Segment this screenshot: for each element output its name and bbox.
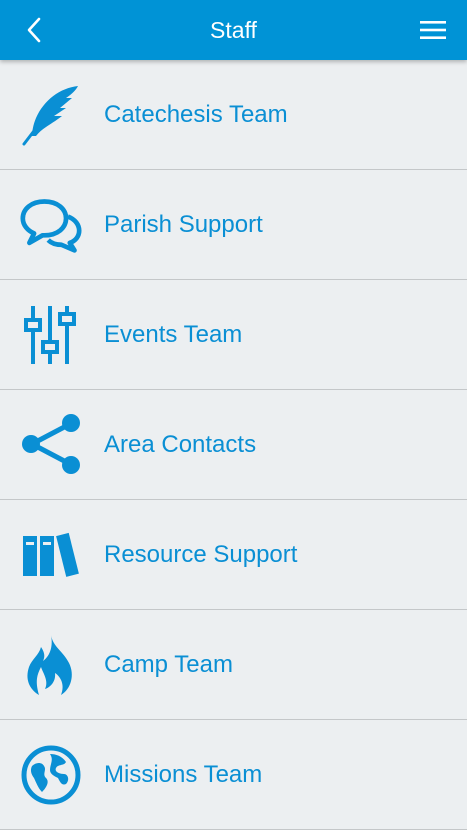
app-bar: Staff	[0, 0, 467, 60]
share-icon	[20, 413, 82, 476]
hamburger-menu-icon	[420, 21, 446, 39]
list-item-parish-support[interactable]: Parish Support	[0, 170, 467, 280]
list-item-area-contacts[interactable]: Area Contacts	[0, 390, 467, 500]
menu-button[interactable]	[417, 15, 449, 45]
books-icon	[20, 524, 82, 586]
globe-icon	[20, 744, 82, 806]
list-item-missions-team[interactable]: Missions Team	[0, 720, 467, 830]
list-item-label: Catechesis Team	[104, 100, 288, 128]
list-item-resource-support[interactable]: Resource Support	[0, 500, 467, 610]
list-item-label: Parish Support	[104, 210, 263, 238]
staff-list: Catechesis Team Parish Support Events Te…	[0, 60, 467, 830]
list-item-label: Events Team	[104, 320, 243, 348]
list-item-label: Missions Team	[104, 760, 263, 788]
list-item-catechesis-team[interactable]: Catechesis Team	[0, 60, 467, 170]
sliders-icon	[20, 304, 82, 366]
fire-icon	[20, 634, 82, 696]
list-item-events-team[interactable]: Events Team	[0, 280, 467, 390]
feather-quill-icon	[20, 84, 82, 146]
list-item-label: Camp Team	[104, 650, 233, 678]
chevron-left-icon	[27, 17, 41, 43]
back-button[interactable]	[18, 14, 50, 46]
page-title: Staff	[210, 16, 257, 43]
list-item-label: Resource Support	[104, 540, 298, 568]
speech-bubbles-icon	[20, 194, 82, 256]
list-item-camp-team[interactable]: Camp Team	[0, 610, 467, 720]
list-item-label: Area Contacts	[104, 430, 257, 458]
